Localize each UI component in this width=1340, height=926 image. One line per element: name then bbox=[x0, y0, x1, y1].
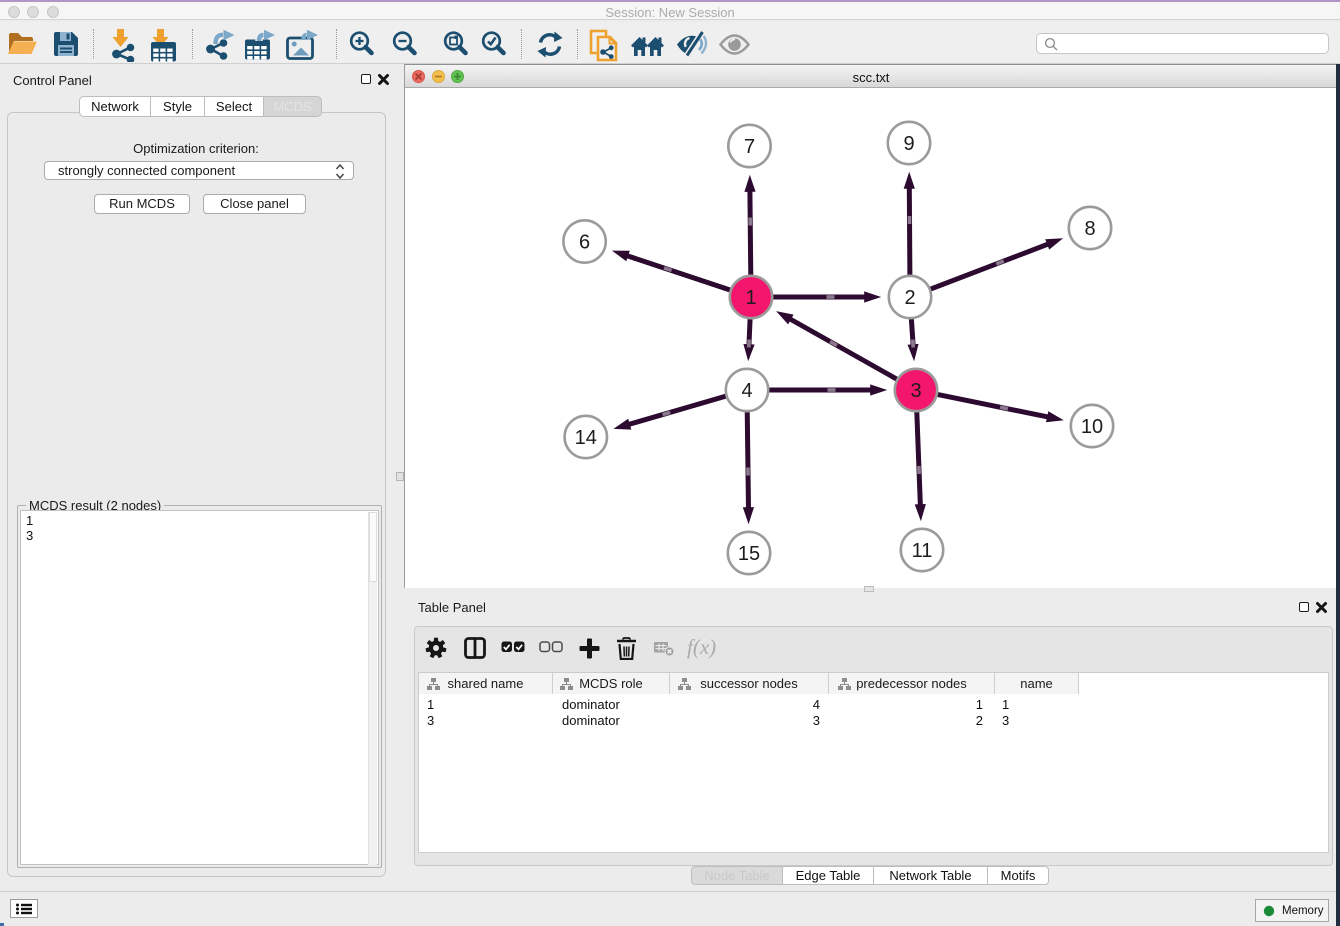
svg-text:8: 8 bbox=[1084, 218, 1095, 240]
svg-text:14: 14 bbox=[575, 427, 597, 449]
svg-text:15: 15 bbox=[738, 543, 760, 565]
svg-text:7: 7 bbox=[744, 136, 755, 158]
svg-text:4: 4 bbox=[741, 380, 752, 402]
svg-text:2: 2 bbox=[904, 287, 915, 309]
svg-text:9: 9 bbox=[903, 133, 914, 155]
svg-text:10: 10 bbox=[1081, 416, 1103, 438]
svg-text:1: 1 bbox=[745, 287, 756, 309]
svg-text:6: 6 bbox=[579, 232, 590, 254]
svg-text:3: 3 bbox=[910, 380, 921, 402]
svg-text:11: 11 bbox=[912, 540, 933, 562]
